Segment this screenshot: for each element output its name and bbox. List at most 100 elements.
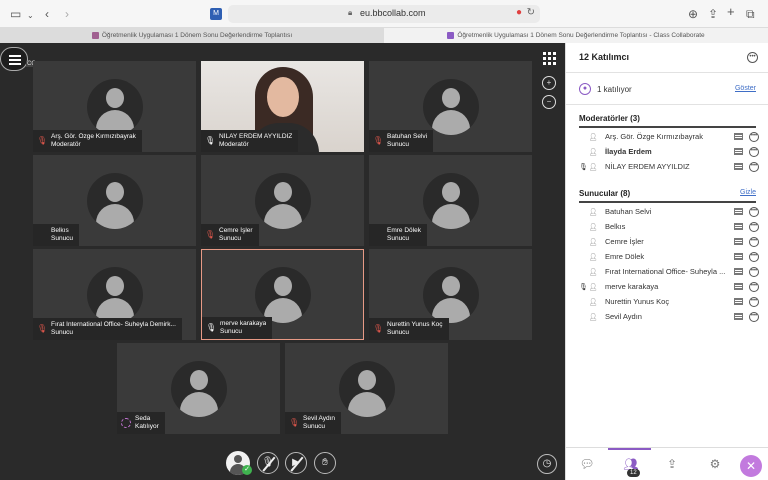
participant-row-name: Batuhan Selvi (605, 207, 652, 216)
participant-row[interactable]: 👤︎ Fırat International Office- Suheyla ..… (579, 264, 759, 279)
participant-row[interactable]: 👤︎ Nurettin Yunus Koç ••• (579, 294, 759, 309)
participant-row[interactable]: 👤︎ Batuhan Selvi ••• (579, 204, 759, 219)
person-icon: 👤︎ (588, 148, 598, 156)
captions-icon[interactable] (734, 268, 743, 275)
zoom-in-icon[interactable]: + (542, 76, 556, 90)
tab-inactive[interactable]: Öğretmenlik Uygulaması 1 Dönem Sonu Değe… (384, 28, 768, 43)
person-icon: 👤︎ (588, 208, 598, 216)
tab-overview-icon[interactable]: ⧉ (746, 7, 755, 21)
captions-icon[interactable] (734, 133, 743, 140)
camera-toggle-button[interactable]: ▶ (285, 452, 307, 474)
participant-tile[interactable]: Seda Katılıyor (117, 343, 280, 434)
close-panel-button[interactable]: ✕ (740, 455, 762, 477)
back-icon[interactable]: ‹ (45, 7, 49, 21)
raise-hand-button[interactable]: ✋︎ (314, 452, 336, 474)
reload-icon[interactable]: ↻ (527, 7, 535, 18)
participant-options-icon[interactable]: ••• (749, 281, 759, 292)
participant-tile[interactable]: 🎙︎ Sevil Aydın Sunucu (285, 343, 448, 434)
participant-options-icon[interactable]: ••• (749, 131, 759, 142)
chat-icon[interactable]: 💬︎ (579, 456, 595, 472)
captions-icon[interactable] (734, 298, 743, 305)
section-underline (579, 126, 756, 128)
participant-row[interactable]: 👤︎ İlayda Erdem ••• (579, 144, 759, 159)
participant-options-icon[interactable]: ••• (749, 161, 759, 172)
captions-icon[interactable] (734, 223, 743, 230)
participant-label: 🎙︎ merve karakaya Sunucu (202, 317, 273, 339)
participant-tile[interactable]: 🎙︎ Cemre İşler Sunucu (201, 155, 364, 246)
participant-count-badge: 12 (627, 469, 640, 477)
participant-tile[interactable]: 🎙︎ Fırat International Office- Suheyla De… (33, 249, 196, 340)
forward-icon[interactable]: › (65, 7, 69, 21)
captions-icon[interactable] (734, 208, 743, 215)
hide-presenters-link[interactable]: Gizle (740, 189, 756, 196)
session-timer-icon[interactable]: ◷ (537, 454, 557, 474)
participant-name: NİLAY ERDEM AYYILDIZ (219, 133, 293, 140)
share-icon[interactable]: ⇪ (708, 7, 718, 21)
sidebar-toggle-icon[interactable]: ▭ (10, 7, 21, 21)
settings-icon[interactable]: ⚙︎ (707, 456, 723, 472)
participant-row[interactable]: 👤︎ Cemre İşler ••• (579, 234, 759, 249)
participant-tile[interactable]: 🎙︎ Batuhan Selvi Sunucu (369, 61, 532, 152)
participant-options-icon[interactable]: ••• (749, 296, 759, 307)
grid-view-icon[interactable] (541, 50, 559, 68)
captions-icon[interactable] (734, 313, 743, 320)
participant-row[interactable]: 🎙︎ 👤︎ merve karakaya ••• (579, 279, 759, 294)
mic-icon[interactable]: ● (516, 7, 522, 18)
section-underline (579, 201, 756, 203)
participant-label: 🎙︎ Batuhan Selvi Sunucu (369, 130, 434, 152)
participant-label: 🎙︎ Arş. Gör. Özge Kırmızıbayrak Moderatör (33, 130, 142, 152)
avatar (422, 78, 479, 135)
participant-row-name: Emre Dölek (605, 252, 645, 261)
tab-active[interactable]: Öğretmenlik Uygulaması 1 Dönem Sonu Değe… (0, 28, 384, 43)
participant-row-name: merve karakaya (605, 282, 659, 291)
participant-row[interactable]: 👤︎ Sevil Aydın ••• (579, 309, 759, 324)
participant-row[interactable]: 🎙︎ 👤︎ NİLAY ERDEM AYYILDIZ ••• (579, 159, 759, 174)
participant-options-icon[interactable]: ••• (749, 236, 759, 247)
participant-options-icon[interactable]: ••• (749, 206, 759, 217)
captions-icon[interactable] (734, 148, 743, 155)
presenters-header: Sunucular (8) (579, 189, 631, 198)
session-menu-button[interactable] (0, 47, 28, 71)
participant-row[interactable]: 👤︎ Emre Dölek ••• (579, 249, 759, 264)
captions-icon[interactable] (734, 238, 743, 245)
download-icon[interactable]: ⊕ (688, 7, 698, 21)
participant-role: Sunucu (303, 423, 326, 430)
person-icon: 👤︎ (588, 313, 598, 321)
captions-icon[interactable] (734, 283, 743, 290)
participant-role: Sunucu (51, 329, 74, 336)
participant-options-icon[interactable]: ••• (749, 311, 759, 322)
avatar (254, 266, 311, 323)
person-icon: 👤︎ (588, 298, 598, 306)
new-tab-icon[interactable]: + (727, 5, 735, 19)
participant-options-icon[interactable]: ••• (749, 221, 759, 232)
participant-row[interactable]: 👤︎ Belkıs ••• (579, 219, 759, 234)
captions-icon[interactable] (734, 163, 743, 170)
avatar (338, 360, 395, 417)
participant-row[interactable]: 👤︎ Arş. Gör. Özge Kırmızıbayrak ••• (579, 129, 759, 144)
chevron-down-icon[interactable]: ⌄ (27, 9, 34, 23)
avatar (86, 172, 143, 229)
participant-tile[interactable]: 🎙︎ Nurettin Yunus Koç Sunucu (369, 249, 532, 340)
zoom-out-icon[interactable]: − (542, 95, 556, 109)
participant-options-icon[interactable]: ••• (749, 146, 759, 157)
participant-role: Sunucu (51, 235, 74, 242)
moderators-header: Moderatörler (3) (579, 114, 640, 123)
share-content-icon[interactable]: ⇪ (664, 456, 680, 472)
more-options-icon[interactable]: ••• (747, 52, 758, 63)
mic-muted-icon: 🎙︎ (37, 136, 48, 145)
participant-options-icon[interactable]: ••• (749, 266, 759, 277)
captions-icon[interactable] (734, 253, 743, 260)
avatar (86, 266, 143, 323)
show-joining-link[interactable]: Göster (735, 85, 756, 92)
address-bar[interactable]: 🔒︎ eu.bbcollab.com ● ↻ (228, 5, 540, 23)
participant-label: 🎙︎ Cemre İşler Sunucu (201, 224, 259, 246)
participant-tile[interactable]: 🎙︎ Arş. Gör. Özge Kırmızıbayrak Moderatör (33, 61, 196, 152)
participant-name: Arş. Gör. Özge Kırmızıbayrak (51, 133, 136, 140)
microphone-toggle-button[interactable]: 🎙︎ (257, 452, 279, 474)
participant-options-icon[interactable]: ••• (749, 251, 759, 262)
avatar (86, 78, 143, 135)
participant-tile[interactable]: 🎙︎ NİLAY ERDEM AYYILDIZ Moderatör (201, 61, 364, 152)
participant-tile[interactable]: Emre Dölek Sunucu (369, 155, 532, 246)
participant-tile[interactable]: 🎙︎ merve karakaya Sunucu (201, 249, 364, 340)
participant-tile[interactable]: Belkıs Sunucu (33, 155, 196, 246)
